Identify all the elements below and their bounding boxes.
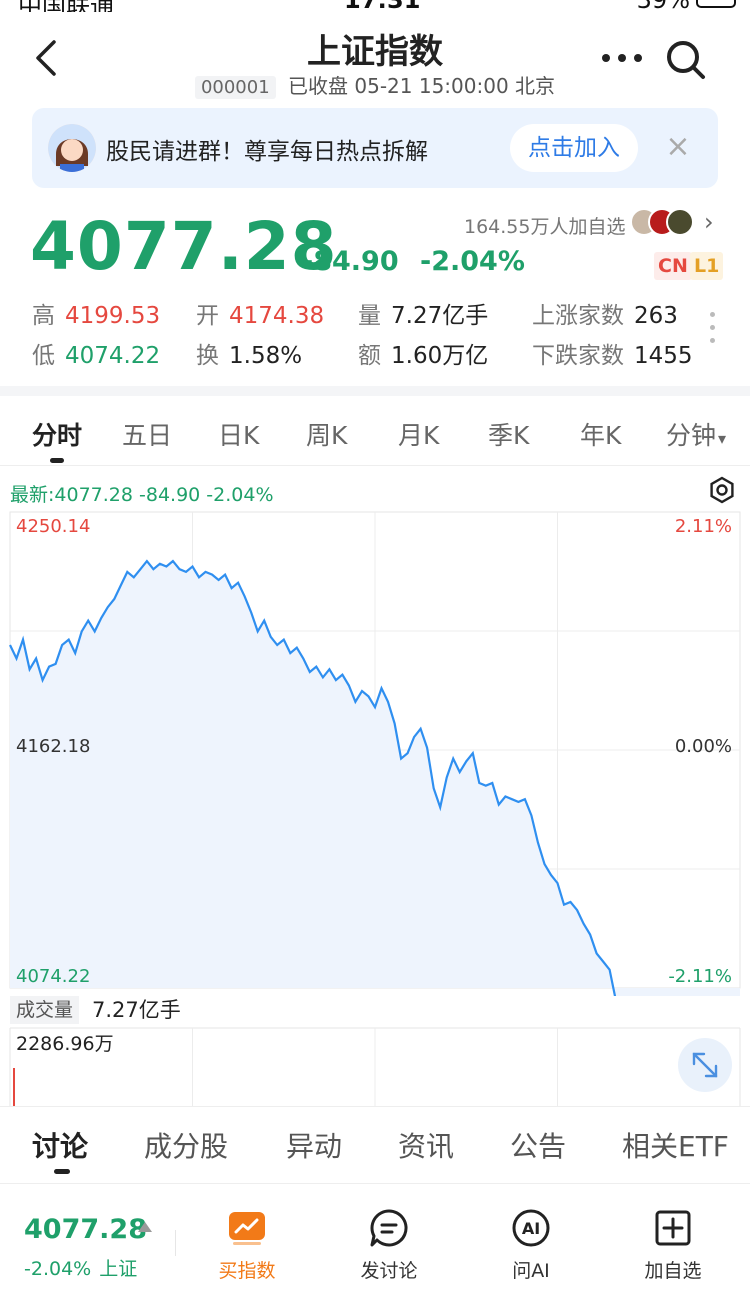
section-divider [0,386,750,396]
ask-ai-button[interactable]: AI 问AI [476,1208,586,1288]
stat-advancers: 上涨家数 263 [532,303,678,329]
status-bar: 中国联通 17:31 39% [0,0,750,12]
index-code: 000001 [194,76,276,99]
stat-high: 高 4199.53 [32,303,161,329]
svg-text:AI: AI [522,1219,540,1238]
dropdown-caret-icon: ▾ [718,429,727,448]
change-percent: -2.04% [420,246,525,277]
banner-text: 股民请进群！尊享每日热点拆解 [106,139,428,165]
battery-percent: 39% [637,0,690,12]
chart-period-tabs: 分时 五日 日K 周K 月K 季K 年K 分钟 ▾ [0,396,750,466]
tab-intraday[interactable]: 分时 [32,416,82,452]
stat-volume: 量 7.27亿手 [358,303,489,329]
tab-weekly-k[interactable]: 周K [306,416,347,452]
volume-bar [13,1068,15,1106]
tab-discussion[interactable]: 讨论 [32,1125,88,1165]
active-tab-indicator [54,1169,70,1174]
carrier-label: 中国联通 [18,0,114,12]
tab-quarterly-k[interactable]: 季K [488,416,529,452]
followers-count[interactable]: 164.55万人加自选 [464,212,625,239]
volume-grid [9,1027,741,1106]
y-axis-label-right: 2.11% [675,516,732,537]
banner-avatar [48,124,96,172]
quote-panel: 4077.28 -84.90 -2.04% 164.55万人加自选 › CN L… [0,190,750,386]
follower-avatar [666,208,694,236]
ask-ai-icon: AI [512,1209,550,1247]
join-group-button[interactable]: 点击加入 [510,124,638,172]
y-axis-label-right: -2.11% [668,966,732,987]
y-axis-label-right: 0.00% [675,736,732,757]
volume-label: 成交量 [10,996,80,1024]
follower-avatars[interactable] [630,208,696,238]
bottom-action-bar: 4077.28 -2.04% 上证 买指数 发讨论 AI 问AI 加自选 [0,1184,750,1310]
stat-decliners: 下跌家数 1455 [532,343,693,369]
tab-yearly-k[interactable]: 年K [580,416,621,452]
clock: 17:31 [344,0,420,12]
chevron-right-icon[interactable]: › [704,208,714,236]
post-discussion-button[interactable]: 发讨论 [334,1208,444,1288]
volume-chart: 2286.96万 [9,1027,741,1106]
tab-related-etf[interactable]: 相关ETF [622,1125,729,1165]
content-tabs: 讨论 成分股 异动 资讯 公告 相关ETF [0,1106,750,1184]
intraday-chart-panel: 最新:4077.28 -84.90 -2.04% 4250.14 4162.18 4… [0,466,750,1106]
stat-amount: 额 1.60万亿 [358,343,489,369]
expand-chart-icon[interactable] [678,1038,732,1092]
footer-change: -2.04% 上证 [24,1258,138,1280]
add-favorite-icon [655,1210,691,1246]
stat-turnover: 换 1.58% [196,343,303,369]
tab-daily-k[interactable]: 日K [218,416,259,452]
tab-five-day[interactable]: 五日 [122,416,172,452]
header: 上证指数 000001 已收盘 05-21 15:00:00 北京 [0,12,750,102]
price-chart[interactable]: 4250.14 4162.18 4074.22 2.11% 0.00% -2.11% [0,466,750,996]
y-axis-label-left: 4162.18 [16,736,90,757]
buy-index-button[interactable]: 买指数 [192,1208,302,1288]
current-price: 4077.28 [30,208,338,285]
tab-constituents[interactable]: 成分股 [144,1125,228,1165]
triangle-up-icon [138,1222,152,1232]
tab-announcements[interactable]: 公告 [510,1125,566,1165]
close-status: 已收盘 05-21 15:00:00 北京 [288,74,556,98]
volume-axis-max: 2286.96万 [16,1033,114,1055]
level-tag-l1: L1 [690,252,724,280]
search-icon[interactable] [664,38,708,82]
more-stats-icon[interactable] [710,312,718,352]
change-amount: -84.90 [302,246,399,277]
footer-separator [175,1230,176,1256]
market-status: 000001 已收盘 05-21 15:00:00 北京 [0,70,750,99]
tab-news[interactable]: 资讯 [398,1125,454,1165]
tab-movements[interactable]: 异动 [286,1125,342,1165]
y-axis-label-left: 4074.22 [16,966,90,987]
stat-open: 开 4174.38 [196,303,325,329]
close-icon[interactable]: × [662,132,694,164]
add-favorite-button[interactable]: 加自选 [618,1208,728,1288]
group-banner[interactable]: 股民请进群！尊享每日热点拆解 点击加入 × [32,108,718,188]
y-axis-label-left: 4250.14 [16,516,90,537]
footer-price: 4077.28 [24,1214,147,1245]
price-change: -84.90 -2.04% [302,246,537,277]
tab-minute[interactable]: 分钟 ▾ [666,416,726,452]
buy-index-icon [229,1212,265,1245]
stat-low: 低 4074.22 [32,343,161,369]
more-options-icon[interactable] [598,42,646,72]
market-tag-cn: CN [654,252,692,280]
battery-icon [696,0,736,8]
active-tab-indicator [50,458,64,463]
post-discussion-icon [370,1209,408,1247]
volume-value: 7.27亿手 [92,998,181,1022]
tab-monthly-k[interactable]: 月K [398,416,439,452]
